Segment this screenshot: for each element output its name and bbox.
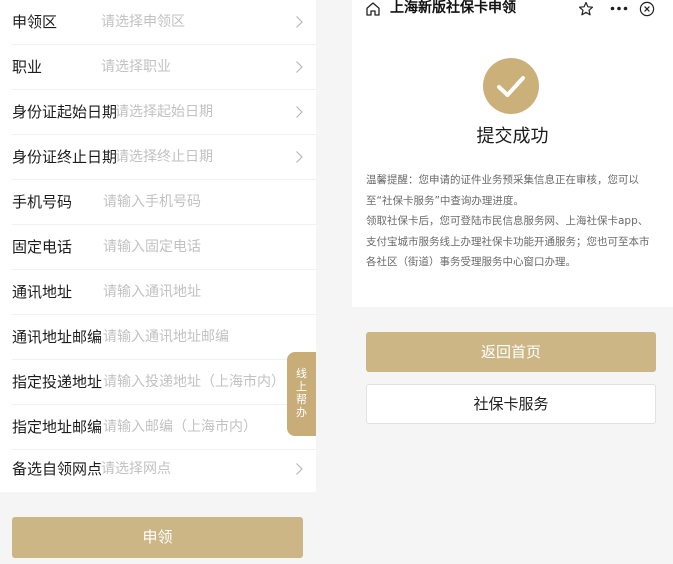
- form-row-delivery-postcode[interactable]: 指定地址邮编 请输入邮编（上海市内）: [0, 405, 316, 450]
- form-label: 身份证终止日期: [12, 148, 118, 166]
- form-row-id-start-date[interactable]: 身份证起始日期 请选择起始日期: [0, 90, 316, 135]
- form-label: 手机号码: [12, 193, 73, 211]
- form-row-address[interactable]: 通讯地址 请输入通讯地址: [0, 270, 316, 315]
- form-label: 通讯地址: [12, 283, 73, 301]
- occupation-select[interactable]: 请选择职业: [101, 45, 171, 90]
- delivery-address-input[interactable]: 请输入投递地址（上海市内）: [103, 360, 285, 405]
- district-select[interactable]: 请选择申领区: [101, 0, 185, 45]
- notice-text: 温馨提醒：您申请的证件业务预采集信息正在审核，您可以至“社保卡服务”中查询办理进…: [366, 170, 658, 273]
- form-row-mobile[interactable]: 手机号码 请输入手机号码: [0, 180, 316, 225]
- form-label: 通讯地址邮编: [12, 328, 103, 346]
- form-row-delivery-address[interactable]: 指定投递地址 请输入投递地址（上海市内）: [0, 360, 316, 405]
- check-icon: [483, 58, 539, 114]
- panel-gap: [316, 0, 352, 564]
- mini-app-header: 上海新版社保卡申领: [352, 0, 673, 30]
- mobile-input[interactable]: 请输入手机号码: [103, 180, 201, 225]
- help-tab-char: 帮: [296, 393, 307, 406]
- form-label: 职业: [12, 58, 43, 76]
- form-list: 申领区 请选择申领区 职业 请选择职业 身份证起始日期 请选择起始日期 身份证终…: [0, 0, 316, 492]
- landline-input[interactable]: 请输入固定电话: [103, 225, 201, 270]
- close-icon[interactable]: [639, 1, 655, 17]
- chevron-right-icon: [296, 16, 303, 28]
- form-label: 申领区: [12, 13, 58, 31]
- help-tab-char: 线: [296, 367, 307, 380]
- chevron-right-icon: [296, 463, 303, 475]
- success-title: 提交成功: [476, 126, 549, 147]
- application-form-panel: 申领区 请选择申领区 职业 请选择职业 身份证起始日期 请选择起始日期 身份证终…: [0, 0, 316, 564]
- page-title: 上海新版社保卡申领: [390, 0, 516, 16]
- social-card-service-button[interactable]: 社保卡服务: [366, 384, 656, 424]
- id-start-date-select[interactable]: 请选择起始日期: [115, 90, 213, 135]
- help-tab-char: 办: [296, 406, 307, 419]
- address-postcode-input[interactable]: 请输入通讯地址邮编: [103, 315, 229, 360]
- form-row-pickup-outlet[interactable]: 备选自领网点 请选择网点: [0, 447, 316, 492]
- delivery-postcode-input[interactable]: 请输入邮编（上海市内）: [103, 405, 257, 450]
- address-input[interactable]: 请输入通讯地址: [103, 270, 201, 315]
- star-icon[interactable]: [578, 1, 594, 17]
- form-label: 身份证起始日期: [12, 103, 118, 121]
- screen: 申领区 请选择申领区 职业 请选择职业 身份证起始日期 请选择起始日期 身份证终…: [0, 0, 673, 564]
- notice-paragraph: 温馨提醒：您申请的证件业务预采集信息正在审核，您可以至“社保卡服务”中查询办理进…: [366, 174, 639, 207]
- notice-paragraph: 领取社保卡后，您可登陆市民信息服务网、上海社保卡app、支付宝城市服务线上办理社…: [366, 215, 650, 268]
- pickup-outlet-select[interactable]: 请选择网点: [101, 447, 171, 492]
- home-icon[interactable]: [365, 1, 381, 17]
- form-row-occupation[interactable]: 职业 请选择职业: [0, 45, 316, 90]
- form-label: 固定电话: [12, 238, 73, 256]
- success-card: 提交成功 温馨提醒：您申请的证件业务预采集信息正在审核，您可以至“社保卡服务”中…: [352, 30, 673, 307]
- form-label: 指定地址邮编: [12, 418, 103, 436]
- chevron-right-icon: [296, 106, 303, 118]
- return-home-button[interactable]: 返回首页: [366, 332, 656, 372]
- chevron-right-icon: [296, 151, 303, 163]
- form-row-landline[interactable]: 固定电话 请输入固定电话: [0, 225, 316, 270]
- form-row-apply-district[interactable]: 申领区 请选择申领区: [0, 0, 316, 45]
- help-tab-char: 上: [296, 380, 307, 393]
- chevron-right-icon: [296, 61, 303, 73]
- success-panel: 上海新版社保卡申领 提交成功 温馨提醒：您申请的证件业务预采集信息正在审核，您可…: [352, 0, 673, 564]
- form-label: 指定投递地址: [12, 373, 103, 391]
- id-end-date-select[interactable]: 请选择终止日期: [115, 135, 213, 180]
- form-row-id-end-date[interactable]: 身份证终止日期 请选择终止日期: [0, 135, 316, 180]
- form-label: 备选自领网点: [12, 460, 103, 478]
- apply-button[interactable]: 申领: [12, 517, 303, 558]
- form-row-address-postcode[interactable]: 通讯地址邮编 请输入通讯地址邮编: [0, 315, 316, 360]
- more-icon[interactable]: [610, 6, 628, 11]
- online-help-tab[interactable]: 线 上 帮 办: [287, 352, 316, 436]
